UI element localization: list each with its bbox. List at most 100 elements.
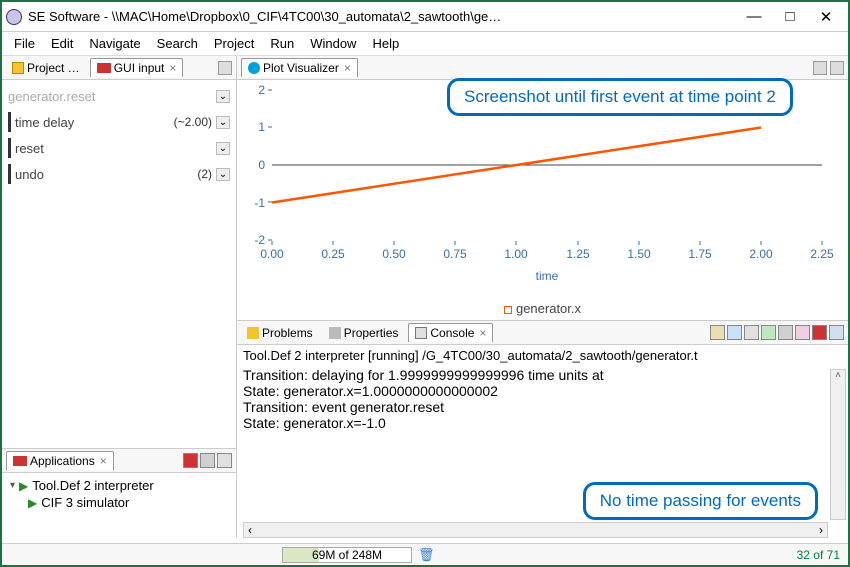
console-panel: Problems Properties Console × [237,320,848,538]
gui-row-reset[interactable]: reset ⌄ [8,136,230,160]
annotation-bottom: No time passing for events [583,482,818,520]
svg-text:1.50: 1.50 [627,247,651,261]
terminate-icon[interactable] [183,453,198,468]
menu-run[interactable]: Run [262,34,302,53]
svg-text:0.25: 0.25 [321,247,345,261]
svg-text:2.25: 2.25 [810,247,834,261]
window-controls: ― □ ✕ [736,8,844,26]
chevron-down-icon[interactable]: ⌄ [216,90,230,103]
annotation-top: Screenshot until first event at time poi… [447,78,793,116]
app-tooldef2[interactable]: ▾ ▶ Tool.Def 2 interpreter [10,477,228,494]
minimize-view-icon[interactable] [218,61,232,75]
minimize-button[interactable]: ― [736,8,772,25]
console-open-icon[interactable] [778,325,793,340]
window-title: SE Software - \\MAC\Home\Dropbox\0_CIF\4… [28,9,736,24]
svg-text:-2: -2 [254,233,265,247]
minimize-view-icon[interactable] [813,61,827,75]
console-line: Transition: event generator.reset [243,399,842,415]
console-clear-icon[interactable] [710,325,725,340]
running-icon: ▶ [19,479,28,493]
close-icon[interactable]: × [100,454,107,468]
tab-label: Applications [30,454,95,468]
row-marker-icon [8,138,11,158]
gui-input-panel: generator.reset ⌄ time delay (~2.00) ⌄ r… [2,80,236,215]
gui-row-time-delay[interactable]: time delay (~2.00) ⌄ [8,110,230,134]
app-cif3-simulator[interactable]: ▶ CIF 3 simulator [10,494,228,511]
svg-text:2.00: 2.00 [749,247,773,261]
applications-panel: Applications × ▾ ▶ Tool.Def 2 interprete… [2,448,236,538]
heap-status[interactable]: 69M of 248M 🗑 [282,547,435,563]
svg-text:2: 2 [258,83,265,97]
project-icon [12,62,24,74]
svg-text:1: 1 [258,120,265,134]
scroll-left-icon[interactable]: ‹ [248,523,252,537]
scrollbar-vertical[interactable]: ˄ [830,369,846,520]
scrollbar-horizontal[interactable]: ‹ › [243,522,828,538]
right-column: Plot Visualizer × Screenshot until first… [237,56,848,538]
svg-text:0.00: 0.00 [260,247,284,261]
remove-terminated-icon[interactable] [200,453,215,468]
tab-console[interactable]: Console × [408,323,493,342]
chevron-down-icon[interactable]: ⌄ [216,168,230,181]
scroll-up-icon[interactable]: ˄ [831,370,845,384]
menu-search[interactable]: Search [149,34,206,53]
gc-trash-icon[interactable]: 🗑 [418,547,435,563]
console-menu-icon[interactable] [829,325,844,340]
tab-gui-input[interactable]: GUI input × [90,58,184,77]
status-bar: 69M of 248M 🗑 32 of 71 [2,543,848,565]
expand-icon[interactable]: ▾ [10,480,15,491]
left-column: Project … GUI input × generator.reset ⌄ … [2,56,237,538]
console-header: Tool.Def 2 interpreter [running] /G_4TC0… [243,347,842,367]
x-axis-label: time [536,269,559,283]
tab-properties[interactable]: Properties [323,324,405,342]
menu-project[interactable]: Project [206,34,262,53]
tab-applications[interactable]: Applications × [6,451,114,470]
tab-plot-visualizer[interactable]: Plot Visualizer × [241,58,358,77]
menu-help[interactable]: Help [364,34,407,53]
menu-edit[interactable]: Edit [43,34,81,53]
terminate-icon[interactable] [812,325,827,340]
problems-icon [247,327,259,339]
console-new-icon[interactable] [795,325,810,340]
console-scroll-lock-icon[interactable] [727,325,742,340]
tab-problems[interactable]: Problems [241,324,319,342]
svg-text:1.00: 1.00 [504,247,528,261]
plot-icon [248,62,260,74]
svg-text:1.75: 1.75 [688,247,712,261]
gui-row-generator-reset: generator.reset ⌄ [8,84,230,108]
scroll-right-icon[interactable]: › [819,523,823,537]
plot-tab-row: Plot Visualizer × [237,56,848,80]
close-button[interactable]: ✕ [808,8,844,26]
chevron-down-icon[interactable]: ⌄ [216,116,230,129]
maximize-button[interactable]: □ [772,8,808,25]
svg-text:-1: -1 [254,196,265,210]
properties-icon [329,327,341,339]
svg-text:0: 0 [258,158,265,172]
plot-area: Screenshot until first event at time poi… [237,80,848,320]
menu-navigate[interactable]: Navigate [81,34,148,53]
console-line: Transition: delaying for 1.9999999999999… [243,367,842,383]
legend-marker-icon [504,306,512,314]
bottom-tab-row: Problems Properties Console × [237,321,848,345]
applications-tab-row: Applications × [2,449,236,473]
gui-icon [97,63,111,73]
console-line: State: generator.x=1.0000000000000002 [243,383,842,399]
view-menu-icon[interactable] [217,453,232,468]
tab-label: Plot Visualizer [263,61,339,75]
apps-icon [13,456,27,466]
console-body: Tool.Def 2 interpreter [running] /G_4TC0… [237,345,848,538]
close-icon[interactable]: × [479,326,486,340]
chevron-down-icon[interactable]: ⌄ [216,142,230,155]
console-pin-icon[interactable] [744,325,759,340]
left-tabs-top: Project … GUI input × [2,56,236,80]
menu-file[interactable]: File [6,34,43,53]
maximize-view-icon[interactable] [830,61,844,75]
running-icon: ▶ [28,496,37,510]
console-display-icon[interactable] [761,325,776,340]
plot-legend: generator.x [237,301,848,316]
close-icon[interactable]: × [169,61,176,75]
menu-window[interactable]: Window [302,34,364,53]
tab-project-explorer[interactable]: Project … [6,59,86,77]
gui-row-undo[interactable]: undo (2) ⌄ [8,162,230,186]
close-icon[interactable]: × [344,61,351,75]
